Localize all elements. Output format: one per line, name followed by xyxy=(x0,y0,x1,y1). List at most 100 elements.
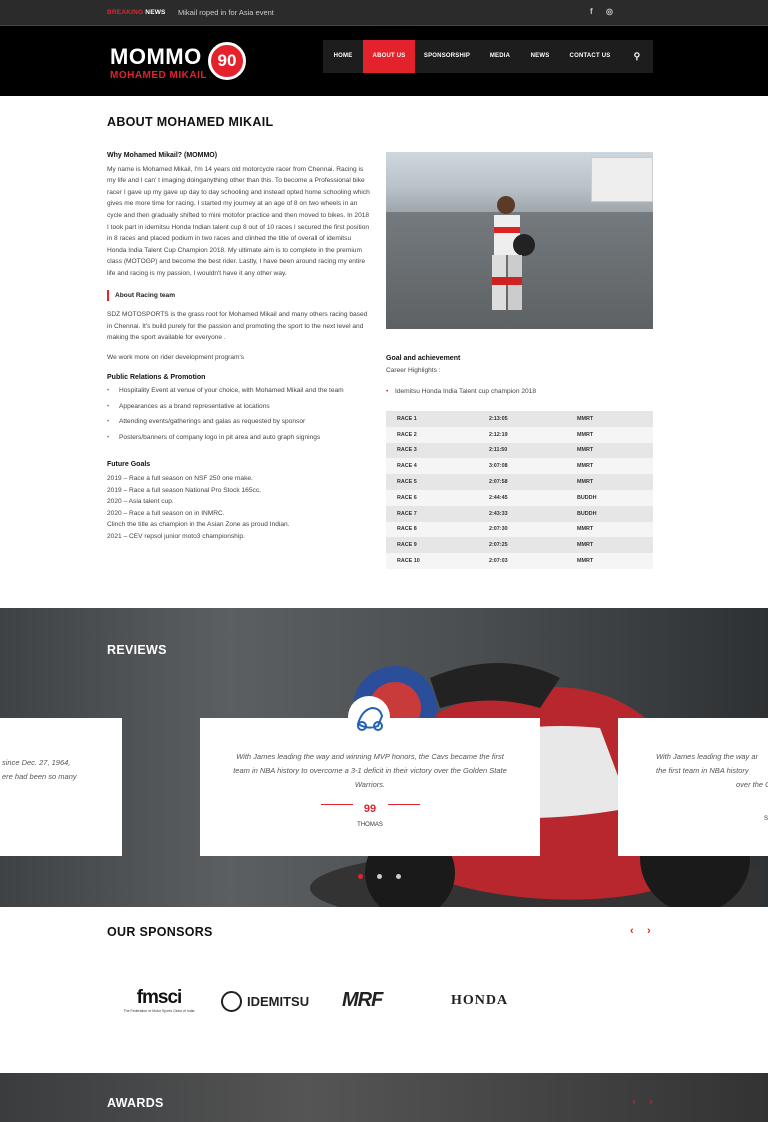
reviews-section: REVIEWS since Dec. 27, 1964, ere had bee… xyxy=(0,608,768,907)
motorbike-icon xyxy=(356,706,384,731)
race-name: RACE 9 xyxy=(397,542,417,549)
race-name: RACE 7 xyxy=(397,510,417,517)
nav-home[interactable]: HOME xyxy=(323,40,363,73)
race-time: 2:44:45 xyxy=(489,494,508,501)
site-logo[interactable]: MOMMO 90 MOHAMED MIKAIL xyxy=(108,41,248,83)
awards-next-arrow[interactable]: › xyxy=(649,1096,653,1108)
nav-sponsorship[interactable]: SPONSORSHIP xyxy=(415,40,479,73)
main-nav: HOME ABOUT US SPONSORSHIP MEDIA NEWS CON… xyxy=(323,40,653,73)
race-track: MMRT xyxy=(577,558,594,565)
race-track: MMRT xyxy=(577,479,594,486)
quote-icon: 99 xyxy=(363,803,377,815)
table-row: RACE 9 2:07:25 MMRT xyxy=(386,537,653,554)
table-row: RACE 3 2:11:50 MMRT xyxy=(386,442,653,459)
nav-about-us[interactable]: ABOUT US xyxy=(363,40,415,73)
review-next-line: With James leading the way ar xyxy=(656,752,759,761)
nav-media[interactable]: MEDIA xyxy=(479,40,521,73)
race-track: MMRT xyxy=(577,415,594,422)
nav-contact-us[interactable]: CONTACT US xyxy=(559,40,621,73)
intro-text: My name is Mohamed Mikail, I'm 14 years … xyxy=(107,165,370,277)
search-icon[interactable]: ⚲ xyxy=(621,40,653,73)
list-item: 2021 – CEV repsol junior moto3 champions… xyxy=(107,533,245,541)
review-prev-line: since Dec. 27, 1964, xyxy=(2,758,71,767)
list-item: Appearances as a brand representative at… xyxy=(107,401,372,413)
highlight-item: • Idemitsu Honda India Talent cup champi… xyxy=(386,388,537,396)
sponsor-logo-mrf[interactable]: MRF xyxy=(342,989,383,1012)
race-time: 2:07:25 xyxy=(489,542,508,549)
sponsor-logo-honda[interactable]: HONDA xyxy=(451,993,508,1009)
review-author: THOMAS xyxy=(357,822,383,828)
pr-heading: Public Relations & Promotion xyxy=(107,373,206,381)
quote-divider-left xyxy=(321,804,353,805)
table-row: RACE 5 2:07:58 MMRT xyxy=(386,474,653,490)
race-name: RACE 4 xyxy=(397,463,417,470)
list-item: 2019 – Race a full season on NSF 250 one… xyxy=(107,475,253,483)
race-name: RACE 3 xyxy=(397,447,417,454)
list-item: Hospitality Event at venue of your choic… xyxy=(107,385,372,397)
table-row: RACE 7 2:43:33 BUDDH xyxy=(386,505,653,522)
rider-photo xyxy=(386,152,653,329)
facebook-icon[interactable]: f xyxy=(590,7,593,16)
list-item: 2019 – Race a full season National Pro S… xyxy=(107,486,261,494)
about-left-column: Why Mohamed Mikail? (MOMMO) My name is M… xyxy=(107,150,372,543)
instagram-icon[interactable]: ◎ xyxy=(606,7,613,16)
race-track: MMRT xyxy=(577,431,594,438)
list-item: Attending events/gatherings and galas as… xyxy=(107,416,372,428)
awards-prev-arrow[interactable]: ‹ xyxy=(632,1096,636,1108)
review-card-next[interactable]: With James leading the way ar the first … xyxy=(618,718,768,856)
career-label: Career Highlights : xyxy=(386,366,441,374)
racing-team-text: SDZ MOTOSPORTS is the grass root for Moh… xyxy=(107,311,368,342)
pr-list: Hospitality Event at venue of your choic… xyxy=(107,385,372,443)
quote-divider-right xyxy=(388,804,420,805)
awards-title: AWARDS xyxy=(107,1096,164,1110)
table-row: RACE 8 2:07:30 MMRT xyxy=(386,521,653,538)
logo-sub-text: MOHAMED MIKAIL xyxy=(110,70,207,81)
race-track: BUDDH xyxy=(577,494,597,501)
race-time: 2:11:50 xyxy=(489,447,508,454)
fmsci-wordmark: fmsci xyxy=(136,987,183,1008)
review-card-prev[interactable]: since Dec. 27, 1964, ere had been so man… xyxy=(0,718,122,856)
race-name: RACE 1 xyxy=(397,415,417,422)
table-row: RACE 6 2:44:45 BUDDH xyxy=(386,489,653,506)
race-time: 2:07:58 xyxy=(489,479,508,486)
highlight-text: Idemitsu Honda India Talent cup champion… xyxy=(395,388,537,396)
grandstand xyxy=(591,157,653,202)
rider-figure xyxy=(492,196,535,310)
carousel-dot[interactable] xyxy=(396,874,401,879)
site-header: MOMMO 90 MOHAMED MIKAIL HOME ABOUT US SP… xyxy=(0,26,768,96)
nav-news[interactable]: NEWS xyxy=(521,40,559,73)
sponsor-logo-idemitsu[interactable]: IDEMITSU xyxy=(221,991,317,1013)
idemitsu-wordmark: IDEMITSU xyxy=(247,994,310,1009)
race-name: RACE 10 xyxy=(397,558,420,565)
race-time: 2:07:03 xyxy=(489,558,508,565)
top-bar: BREAKING NEWS Mikail roped in for Asia e… xyxy=(0,0,768,26)
table-row: RACE 4 3:07:08 MMRT xyxy=(386,458,653,475)
news-ticker[interactable]: Mikail roped in for Asia event xyxy=(178,8,274,17)
sponsors-title: OUR SPONSORS xyxy=(107,925,213,939)
review-card-active[interactable]: With James leading the way and winning M… xyxy=(200,718,540,856)
awards-section: AWARDS ‹ › xyxy=(0,1073,768,1122)
race-name: RACE 5 xyxy=(397,479,417,486)
table-row: RACE 2 2:12:19 MMRT xyxy=(386,426,653,443)
logo-number: 90 xyxy=(208,42,246,80)
race-time: 2:12:19 xyxy=(489,431,508,438)
racing-team-heading: About Racing team xyxy=(107,289,372,302)
carousel-dot-active[interactable] xyxy=(358,874,363,879)
race-track: BUDDH xyxy=(577,510,597,517)
sponsors-prev-arrow[interactable]: ‹ xyxy=(630,925,634,937)
news-label: NEWS xyxy=(145,9,166,16)
sponsors-next-arrow[interactable]: › xyxy=(647,925,651,937)
sponsors-section: OUR SPONSORS ‹ › fmsci The Federation of… xyxy=(0,907,768,1073)
table-row: RACE 1 2:13:05 MMRT xyxy=(386,411,653,427)
reviews-title: REVIEWS xyxy=(107,643,167,657)
review-next-line: the first team in NBA history xyxy=(656,766,749,775)
goal-heading: Goal and achievement xyxy=(386,355,461,362)
race-results-table: RACE 1 2:13:05 MMRT RACE 2 2:12:19 MMRT RACE 3… xyxy=(386,411,653,569)
carousel-dot[interactable] xyxy=(377,874,382,879)
fmsci-tagline: The Federation of Motor Sports Clubs of … xyxy=(123,1009,195,1013)
sponsor-logo-fmsci[interactable]: fmsci The Federation of Motor Sports Clu… xyxy=(118,987,200,1017)
list-item: 2020 – Asia talent cup. xyxy=(107,498,174,506)
race-name: RACE 2 xyxy=(397,431,417,438)
future-goals-list: 2019 – Race a full season on NSF 250 one… xyxy=(107,473,372,543)
race-track: MMRT xyxy=(577,526,594,533)
